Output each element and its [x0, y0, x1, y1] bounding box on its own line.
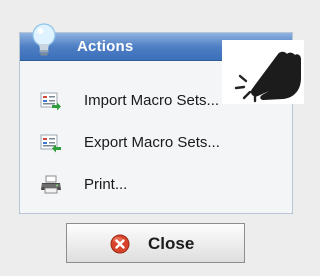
- import-macro-sets-label: Import Macro Sets...: [84, 92, 220, 109]
- close-button[interactable]: Close: [66, 223, 245, 263]
- export-macro-sets-label: Export Macro Sets...: [84, 134, 220, 151]
- pointing-hand-overlay: [222, 40, 304, 104]
- import-icon: [40, 92, 61, 111]
- close-icon: [110, 234, 130, 254]
- panel-title: Actions: [77, 38, 134, 55]
- export-icon: [40, 134, 61, 153]
- export-macro-sets-item[interactable]: Export Macro Sets...: [20, 130, 292, 156]
- lightbulb-icon: [32, 23, 56, 56]
- close-button-label: Close: [148, 234, 195, 253]
- print-item[interactable]: Print...: [20, 172, 292, 198]
- print-label: Print...: [84, 176, 128, 193]
- printer-icon: [41, 175, 61, 194]
- pointing-hand-icon: [234, 51, 301, 103]
